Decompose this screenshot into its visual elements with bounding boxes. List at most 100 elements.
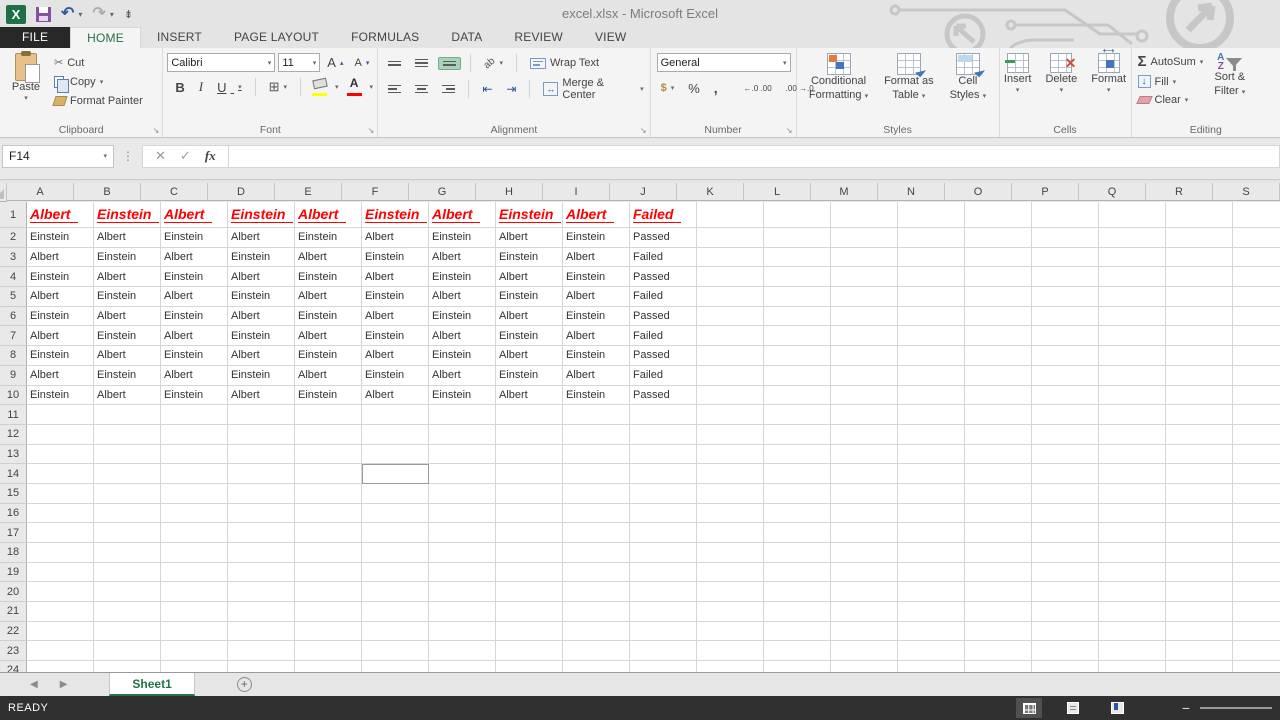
cell-K5[interactable]: [697, 287, 764, 307]
cell-M7[interactable]: [831, 326, 898, 347]
cell-L1[interactable]: [764, 202, 831, 228]
cell-H13[interactable]: [496, 444, 563, 465]
cell-M8[interactable]: [831, 346, 898, 366]
cell-R21[interactable]: [1166, 602, 1233, 622]
cell-A13[interactable]: [27, 444, 94, 465]
row-header-15[interactable]: 15: [0, 483, 27, 504]
cell-G7[interactable]: Albert: [429, 326, 496, 347]
cell-P8[interactable]: [1032, 346, 1099, 366]
cell-M13[interactable]: [831, 444, 898, 465]
comma-style-button[interactable]: ,: [710, 78, 722, 98]
cell-C17[interactable]: [161, 523, 228, 543]
cell-S9[interactable]: [1233, 365, 1280, 386]
cell-G8[interactable]: Einstein: [429, 346, 496, 366]
align-center-button[interactable]: [411, 82, 432, 97]
cell-S24[interactable]: [1233, 661, 1280, 672]
cell-E2[interactable]: Einstein: [295, 228, 362, 248]
cell-K6[interactable]: [697, 306, 764, 327]
cell-L20[interactable]: [764, 582, 831, 603]
cell-M24[interactable]: [831, 661, 898, 672]
cell-S12[interactable]: [1233, 424, 1280, 445]
insert-cells-button[interactable]: Insert ▾: [999, 50, 1037, 121]
cell-P18[interactable]: [1032, 543, 1099, 563]
cell-P19[interactable]: [1032, 562, 1099, 583]
cell-H23[interactable]: [496, 641, 563, 662]
alignment-dialog-launcher-icon[interactable]: ↘: [640, 126, 647, 135]
column-header-F[interactable]: F: [342, 183, 409, 201]
cell-E13[interactable]: [295, 444, 362, 465]
cell-H12[interactable]: [496, 424, 563, 445]
cell-F1[interactable]: Einstein: [362, 202, 429, 228]
cell-C24[interactable]: [161, 661, 228, 672]
cell-A18[interactable]: [27, 543, 94, 563]
column-header-N[interactable]: N: [878, 183, 945, 201]
column-header-E[interactable]: E: [275, 183, 342, 201]
cell-K10[interactable]: [697, 385, 764, 406]
cell-K19[interactable]: [697, 562, 764, 583]
cell-F10[interactable]: Albert: [362, 385, 429, 406]
cell-D12[interactable]: [228, 424, 295, 445]
cell-L3[interactable]: [764, 247, 831, 268]
cell-G19[interactable]: [429, 562, 496, 583]
decrease-indent-button[interactable]: ⇤: [478, 80, 496, 98]
cell-O9[interactable]: [965, 365, 1032, 386]
cell-O14[interactable]: [965, 464, 1032, 484]
cell-N13[interactable]: [898, 444, 965, 465]
cell-N10[interactable]: [898, 385, 965, 406]
cell-P13[interactable]: [1032, 444, 1099, 465]
cell-E7[interactable]: Albert: [295, 326, 362, 347]
cell-A4[interactable]: Einstein: [27, 267, 94, 288]
cell-K17[interactable]: [697, 523, 764, 543]
increase-decimal-button[interactable]: ←.0 .00: [740, 82, 776, 95]
cell-I8[interactable]: Einstein: [563, 346, 630, 366]
cell-C8[interactable]: Einstein: [161, 346, 228, 366]
row-header-1[interactable]: 1: [0, 202, 27, 228]
cell-E6[interactable]: Einstein: [295, 306, 362, 327]
cell-N17[interactable]: [898, 523, 965, 543]
cell-S10[interactable]: [1233, 385, 1280, 406]
cell-L19[interactable]: [764, 562, 831, 583]
cell-R15[interactable]: [1166, 483, 1233, 504]
cell-J21[interactable]: [630, 602, 697, 622]
cell-N19[interactable]: [898, 562, 965, 583]
cell-Q4[interactable]: [1099, 267, 1166, 288]
cell-S8[interactable]: [1233, 346, 1280, 366]
cell-A24[interactable]: [27, 661, 94, 672]
cell-G3[interactable]: Albert: [429, 247, 496, 268]
tab-review[interactable]: REVIEW: [498, 27, 579, 48]
cell-L16[interactable]: [764, 503, 831, 524]
cell-H21[interactable]: [496, 602, 563, 622]
cell-S19[interactable]: [1233, 562, 1280, 583]
cell-M2[interactable]: [831, 228, 898, 248]
cell-P12[interactable]: [1032, 424, 1099, 445]
cell-K12[interactable]: [697, 424, 764, 445]
cell-J3[interactable]: Failed: [630, 247, 697, 268]
tab-home[interactable]: HOME: [70, 27, 141, 48]
cell-K13[interactable]: [697, 444, 764, 465]
cell-J11[interactable]: [630, 405, 697, 425]
fill-color-button[interactable]: [310, 77, 329, 97]
row-header-13[interactable]: 13: [0, 444, 27, 465]
row-header-12[interactable]: 12: [0, 424, 27, 445]
cell-B13[interactable]: [94, 444, 161, 465]
cell-F12[interactable]: [362, 424, 429, 445]
cell-B5[interactable]: Einstein: [94, 287, 161, 307]
formula-bar-splitter[interactable]: ⋮: [122, 149, 134, 163]
cell-J18[interactable]: [630, 543, 697, 563]
format-cells-button[interactable]: ⟷ Format ▾: [1086, 46, 1131, 121]
cell-J8[interactable]: Passed: [630, 346, 697, 366]
row-header-4[interactable]: 4: [0, 267, 27, 288]
cell-P6[interactable]: [1032, 306, 1099, 327]
cell-M22[interactable]: [831, 621, 898, 642]
cell-O21[interactable]: [965, 602, 1032, 622]
page-break-view-button[interactable]: [1104, 698, 1130, 718]
cell-C16[interactable]: [161, 503, 228, 524]
cell-Q3[interactable]: [1099, 247, 1166, 268]
cancel-icon[interactable]: ✕: [155, 148, 166, 164]
cell-E9[interactable]: Albert: [295, 365, 362, 386]
zoom-slider[interactable]: [1200, 707, 1272, 709]
cell-N4[interactable]: [898, 267, 965, 288]
cell-G20[interactable]: [429, 582, 496, 603]
column-header-H[interactable]: H: [476, 183, 543, 201]
cell-L2[interactable]: [764, 228, 831, 248]
